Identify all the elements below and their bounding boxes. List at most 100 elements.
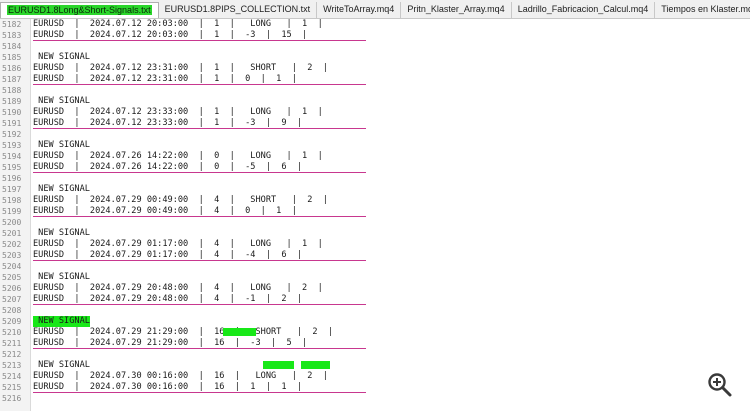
line-number: 5196	[2, 174, 22, 183]
line-number: 5200	[2, 218, 22, 227]
editor-line: 5203 EURUSD | 2024.07.29 01:17:00 | 4 | -…	[0, 250, 750, 261]
editor-line: 5216	[0, 393, 750, 404]
editor-line: 5192	[0, 129, 750, 140]
signal-record: EURUSD | 2024.07.29 01:17:00 | 4 | LONG …	[33, 239, 323, 249]
editor-line: 5195 EURUSD | 2024.07.26 14:22:00 | 0 | -…	[0, 162, 750, 173]
line-number: 5208	[2, 306, 22, 315]
editor-line: 5182 EURUSD | 2024.07.12 20:03:00 | 1 | L…	[0, 19, 750, 30]
tab-label: Tiempos en Klaster.mq4	[661, 4, 750, 14]
line-number: 5212	[2, 350, 22, 359]
line-number: 5198	[2, 196, 22, 205]
editor-line: 5212	[0, 349, 750, 360]
tab-4[interactable]: Ladrillo_Fabricacion_Calcul.mq4	[512, 2, 656, 18]
signal-header: NEW SIGNAL	[33, 272, 90, 282]
line-number: 5216	[2, 394, 22, 403]
line-number: 5202	[2, 240, 22, 249]
line-number: 5206	[2, 284, 22, 293]
line-number: 5185	[2, 53, 22, 62]
line-number: 5186	[2, 64, 22, 73]
signal-record: EURUSD | 2024.07.29 00:49:00 | 4 | SHORT…	[33, 195, 328, 205]
line-number: 5189	[2, 97, 22, 106]
line-number: 5209	[2, 317, 22, 326]
tab-0[interactable]: EURUSD1.8Long&Short-Signals.txt	[0, 2, 159, 18]
signal-record: EURUSD | 2024.07.26 14:22:00 | 0 | LONG …	[33, 151, 323, 161]
signal-header: NEW SIGNAL	[33, 52, 90, 62]
tab-5[interactable]: Tiempos en Klaster.mq4	[655, 2, 750, 18]
editor-line: 5197 NEW SIGNAL	[0, 184, 750, 195]
tab-label: WriteToArray.mq4	[323, 4, 395, 14]
editor-line: 5213 NEW SIGNAL	[0, 360, 750, 371]
editor-line: 5186 EURUSD | 2024.07.12 23:31:00 | 1 | S…	[0, 63, 750, 74]
line-number: 5192	[2, 130, 22, 139]
line-number: 5191	[2, 119, 22, 128]
signal-record: EURUSD | 2024.07.12 23:31:00 | 1 | SHORT…	[33, 63, 328, 73]
editor-line: 5190 EURUSD | 2024.07.12 23:33:00 | 1 | L…	[0, 107, 750, 118]
highlight-marker	[263, 361, 294, 369]
line-number: 5199	[2, 207, 22, 216]
line-number: 5197	[2, 185, 22, 194]
editor-line: 5211 EURUSD | 2024.07.29 21:29:00 | 16 | …	[0, 338, 750, 349]
line-number: 5204	[2, 262, 22, 271]
line-number: 5188	[2, 86, 22, 95]
line-number: 5211	[2, 339, 22, 348]
highlight-marker	[301, 361, 330, 369]
line-number: 5205	[2, 273, 22, 282]
line-number: 5210	[2, 328, 22, 337]
line-number: 5213	[2, 361, 22, 370]
editor-line: 5201 NEW SIGNAL	[0, 228, 750, 239]
editor-line: 5188	[0, 85, 750, 96]
zoom-in-icon[interactable]	[707, 372, 733, 398]
editor-line: 5194 EURUSD | 2024.07.26 14:22:00 | 0 | L…	[0, 151, 750, 162]
line-number: 5194	[2, 152, 22, 161]
editor-line: 5193 NEW SIGNAL	[0, 140, 750, 151]
line-number: 5187	[2, 75, 22, 84]
editor-line: 5206 EURUSD | 2024.07.29 20:48:00 | 4 | L…	[0, 283, 750, 294]
line-number: 5182	[2, 20, 22, 29]
editor-line: 5202 EURUSD | 2024.07.29 01:17:00 | 4 | L…	[0, 239, 750, 250]
signal-record: EURUSD | 2024.07.12 20:03:00 | 1 | LONG …	[33, 19, 323, 29]
editor-line: 5198 EURUSD | 2024.07.29 00:49:00 | 4 | S…	[0, 195, 750, 206]
tab-label: EURUSD1.8PIPS_COLLECTION.txt	[164, 4, 311, 14]
tab-3[interactable]: Pritn_Klaster_Array.mq4	[401, 2, 512, 18]
signal-header: NEW SIGNAL	[33, 140, 90, 150]
editor-line: 5215 EURUSD | 2024.07.30 00:16:00 | 16 | …	[0, 382, 750, 393]
editor-line: 5210 EURUSD | 2024.07.29 21:29:00 | 16 | …	[0, 327, 750, 338]
line-number: 5215	[2, 383, 22, 392]
text-editor[interactable]: 5182 EURUSD | 2024.07.12 20:03:00 | 1 | L…	[0, 19, 750, 411]
signal-header: NEW SIGNAL	[33, 360, 90, 370]
line-number: 5190	[2, 108, 22, 117]
signal-header: NEW SIGNAL	[33, 316, 90, 327]
tab-label: Ladrillo_Fabricacion_Calcul.mq4	[517, 4, 649, 14]
highlight-marker	[223, 328, 256, 336]
line-number: 5184	[2, 42, 22, 51]
tab-label: EURUSD1.8Long&Short-Signals.txt	[7, 5, 152, 15]
signal-header: NEW SIGNAL	[33, 184, 90, 194]
tab-1[interactable]: EURUSD1.8PIPS_COLLECTION.txt	[159, 2, 318, 18]
signal-record: EURUSD | 2024.07.12 23:33:00 | 1 | LONG …	[33, 107, 323, 117]
editor-line: 5207 EURUSD | 2024.07.29 20:48:00 | 4 | -…	[0, 294, 750, 305]
editor-line: 5208	[0, 305, 750, 316]
tab-bar: EURUSD1.8Long&Short-Signals.txt EURUSD1.8…	[0, 0, 750, 19]
signal-record: EURUSD | 2024.07.29 21:29:00 | 16 | SHOR…	[33, 327, 334, 337]
editor-line: 5185 NEW SIGNAL	[0, 52, 750, 63]
editor-line: 5205 NEW SIGNAL	[0, 272, 750, 283]
signal-record: EURUSD | 2024.07.29 20:48:00 | 4 | LONG …	[33, 283, 323, 293]
line-number: 5195	[2, 163, 22, 172]
editor-line: 5184	[0, 41, 750, 52]
editor-line: 5204	[0, 261, 750, 272]
editor-line: 5209 NEW SIGNAL	[0, 316, 750, 327]
editor-line: 5187 EURUSD | 2024.07.12 23:31:00 | 1 | 0…	[0, 74, 750, 85]
line-number: 5193	[2, 141, 22, 150]
editor-line: 5200	[0, 217, 750, 228]
line-number: 5214	[2, 372, 22, 381]
editor-line: 5189 NEW SIGNAL	[0, 96, 750, 107]
signal-header: NEW SIGNAL	[33, 96, 90, 106]
editor-line: 5183 EURUSD | 2024.07.12 20:03:00 | 1 | -…	[0, 30, 750, 41]
editor-line: 5196	[0, 173, 750, 184]
signal-record: EURUSD | 2024.07.30 00:16:00 | 16 | LONG…	[33, 371, 328, 381]
editor-line: 5214 EURUSD | 2024.07.30 00:16:00 | 16 | …	[0, 371, 750, 382]
line-number: 5201	[2, 229, 22, 238]
editor-line: 5191 EURUSD | 2024.07.12 23:33:00 | 1 | -…	[0, 118, 750, 129]
tab-label: Pritn_Klaster_Array.mq4	[407, 4, 505, 14]
tab-2[interactable]: WriteToArray.mq4	[317, 2, 402, 18]
